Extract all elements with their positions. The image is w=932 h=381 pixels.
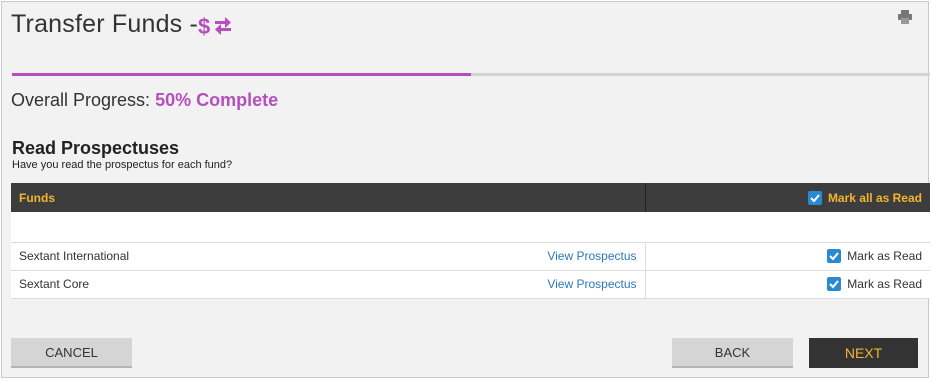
checkbox-checked-icon[interactable]	[827, 277, 842, 291]
mark-as-read-label: Mark as Read	[847, 277, 922, 291]
table-row-empty	[11, 212, 930, 243]
page-title: Transfer Funds -	[11, 10, 199, 38]
view-prospectus-link[interactable]: View Prospectus	[547, 249, 636, 263]
mark-all-as-read-checkbox[interactable]: Mark all as Read	[644, 183, 930, 212]
view-prospectus-link[interactable]: View Prospectus	[547, 277, 636, 291]
section-subtitle: Have you read the prospectus for each fu…	[12, 159, 233, 171]
funds-table: Funds Mark all as Read Sextant Internati…	[11, 183, 930, 299]
progress-label: Overall Progress:	[11, 90, 151, 110]
table-row: Sextant International View Prospectus Ma…	[11, 242, 930, 271]
progress-value: 50% Complete	[155, 90, 279, 110]
back-button[interactable]: BACK	[672, 338, 793, 368]
empty-cell	[645, 212, 930, 243]
fund-name: Sextant International	[19, 249, 130, 263]
checkbox-checked-icon[interactable]	[827, 249, 842, 263]
table-row: Sextant Core View Prospectus Mark as Rea…	[11, 270, 930, 299]
cancel-button[interactable]: CANCEL	[11, 338, 132, 368]
mark-all-label: Mark all as Read	[827, 190, 922, 205]
mark-as-read-label: Mark as Read	[847, 249, 922, 263]
fund-name: Sextant Core	[19, 277, 90, 291]
section-title: Read Prospectuses	[12, 138, 180, 158]
progress-status: Overall Progress: 50% Complete	[11, 90, 278, 111]
mark-as-read-checkbox[interactable]: Mark as Read	[644, 242, 930, 271]
next-button[interactable]: NEXT	[809, 338, 918, 368]
table-header-row: Funds Mark all as Read	[11, 183, 930, 212]
printer-icon[interactable]	[898, 10, 912, 24]
empty-cell	[11, 212, 645, 243]
checkbox-checked-icon[interactable]	[807, 190, 822, 205]
mark-as-read-checkbox[interactable]: Mark as Read	[644, 270, 930, 299]
svg-text:$: $	[198, 14, 210, 39]
fund-cell: Sextant International View Prospectus	[11, 242, 645, 271]
dollar-transfer-icon: $	[198, 14, 231, 39]
fund-cell: Sextant Core View Prospectus	[11, 270, 645, 299]
progress-bar	[12, 73, 930, 76]
header-funds: Funds	[11, 183, 645, 212]
progress-bar-fill	[12, 73, 471, 76]
transfer-funds-panel: Transfer Funds - $ Overall Progress: 50%…	[1, 1, 930, 378]
